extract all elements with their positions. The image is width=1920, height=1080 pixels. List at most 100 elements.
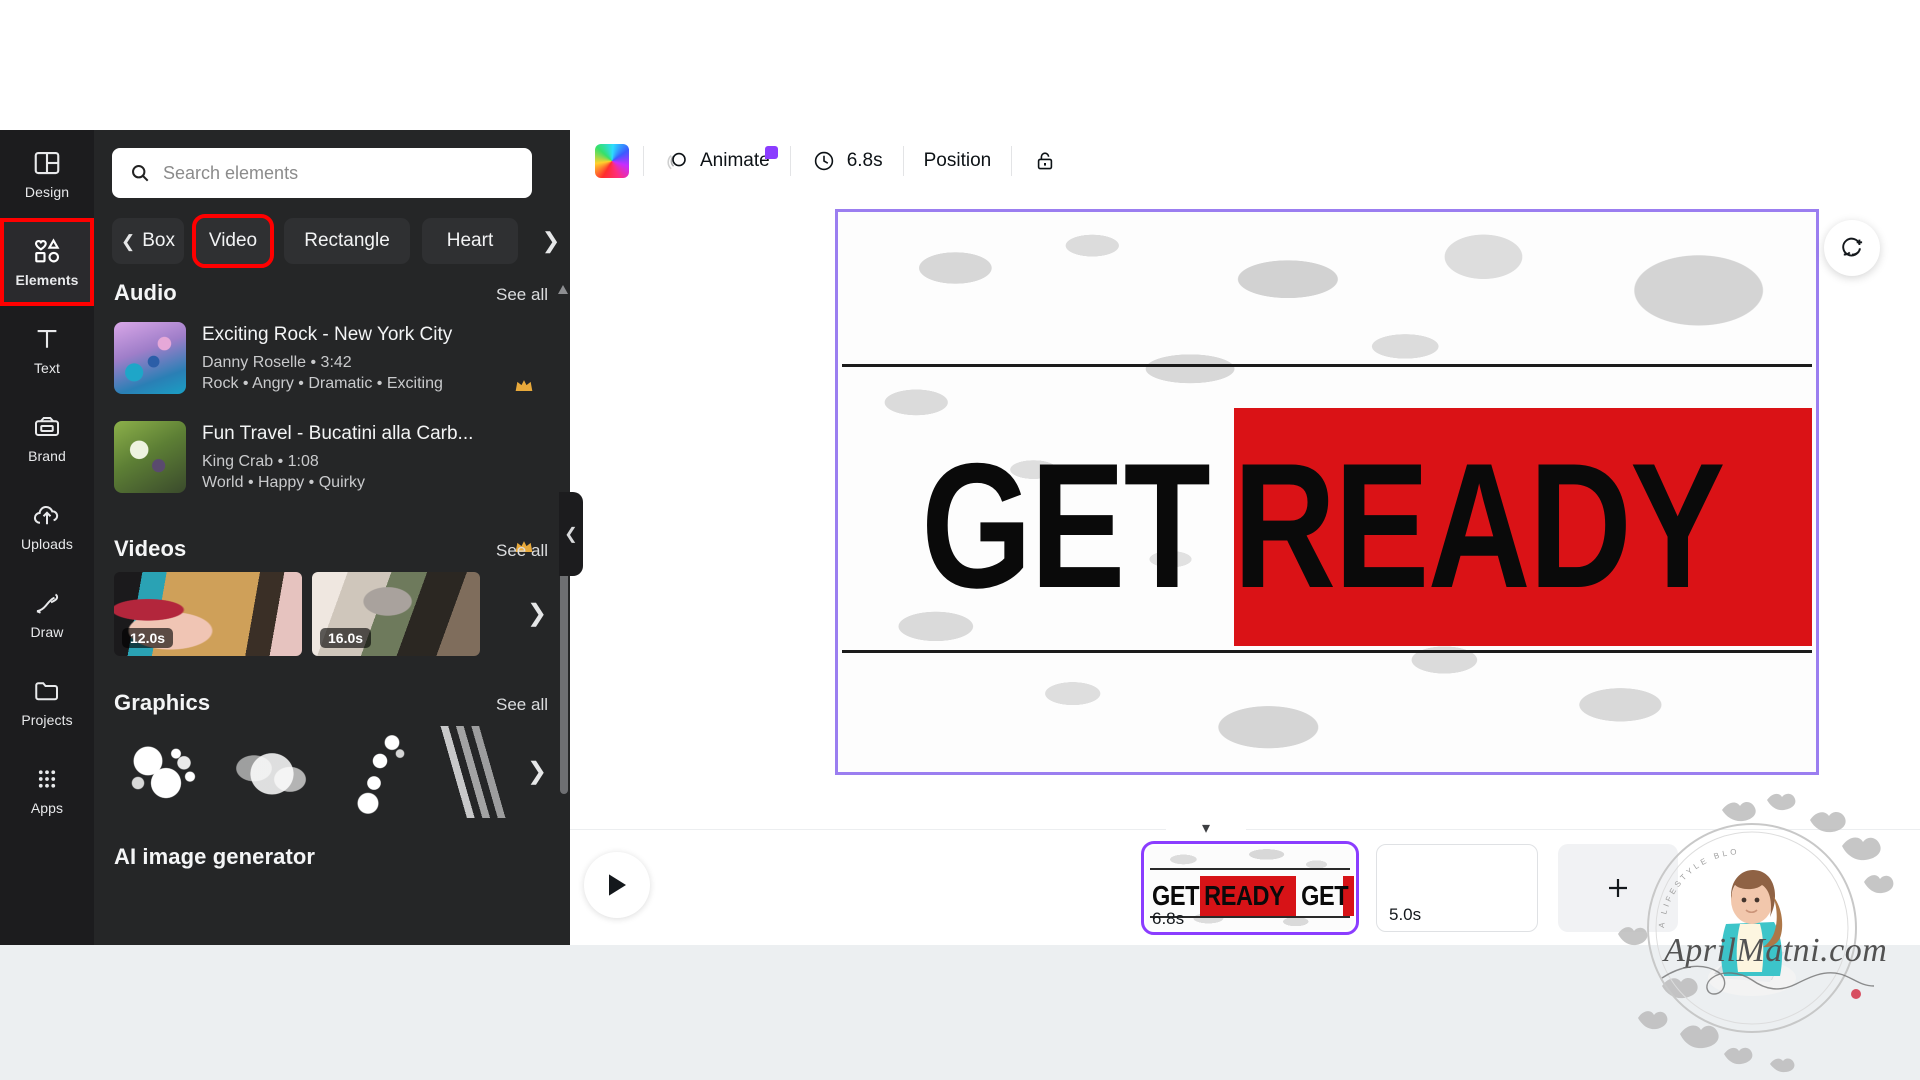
graphic-item[interactable] [222, 725, 322, 818]
sidebar-item-label: Apps [30, 800, 64, 816]
panel-scroll-up-arrow[interactable] [557, 282, 569, 294]
clock-icon [811, 148, 837, 174]
graphic-item[interactable] [438, 725, 508, 818]
chips-next-button[interactable]: ❯ [538, 228, 564, 254]
search-box[interactable] [112, 148, 532, 198]
see-all-graphics-link[interactable]: See all [496, 695, 548, 715]
timeline-scene-1[interactable]: GET READY GET 6.8s [1141, 841, 1359, 935]
search-icon [129, 162, 151, 184]
left-nav-rail: Design Elements Text Brand Uploads Draw … [0, 130, 94, 945]
scene-word-1: GET [1152, 880, 1200, 911]
color-swatch-button[interactable] [587, 140, 637, 182]
panel-collapse-handle[interactable]: ❮ [559, 492, 583, 576]
duration-button[interactable]: 6.8s [797, 140, 897, 182]
top-white-strip [0, 0, 1920, 130]
panel-scrollbar-thumb[interactable] [560, 554, 568, 794]
animate-button[interactable]: Animate [650, 140, 784, 182]
divider-line-top [842, 364, 1812, 367]
graphics-next-button[interactable]: ❯ [522, 757, 552, 787]
search-input[interactable] [163, 162, 515, 184]
see-all-audio-link[interactable]: See all [496, 285, 548, 305]
elements-panel: ❮ Box Video Rectangle Heart ❯ Audio See … [94, 130, 570, 945]
chip-label: Box [142, 230, 175, 251]
play-icon [604, 871, 630, 899]
see-all-videos-link[interactable]: See all [496, 541, 548, 561]
audio-meta: Fun Travel - Bucatini alla Carb... King … [202, 421, 550, 494]
toolbar-divider [789, 146, 791, 176]
section-title: Graphics [114, 689, 211, 715]
add-page-button[interactable] [1558, 844, 1678, 932]
audio-list-item[interactable]: Fun Travel - Bucatini alla Carb... King … [94, 415, 570, 552]
video-duration-badge: 12.0s [122, 627, 174, 648]
upload-cloud-icon [32, 500, 62, 530]
sidebar-item-brand[interactable]: Brand [0, 394, 94, 482]
folder-icon [32, 676, 62, 706]
audio-title: Exciting Rock - New York City [202, 324, 453, 345]
audio-artist-duration: King Crab • 1:08 [202, 452, 319, 470]
scene-word-2: READY [1204, 880, 1285, 911]
color-swatch [595, 144, 629, 178]
chip-label: Rectangle [304, 230, 390, 251]
section-header-ai-image-generator: AI image generator [94, 844, 570, 870]
audio-artist-duration: Danny Roselle • 3:42 [202, 353, 352, 371]
video-thumbnail-card[interactable]: 12.0s [114, 571, 302, 656]
timeline-scenes: GET READY GET 6.8s 5.0s [1140, 830, 1840, 950]
grid-apps-icon [32, 764, 62, 794]
comment-add-icon [1838, 234, 1866, 262]
section-header-videos: Videos See all [94, 536, 570, 562]
sidebar-item-projects[interactable]: Projects [0, 658, 94, 746]
play-button[interactable] [584, 852, 650, 918]
chevron-right-icon: ❯ [526, 758, 548, 786]
audio-meta: Exciting Rock - New York City Danny Rose… [202, 322, 550, 395]
search-wrapper [112, 148, 532, 198]
graphic-item[interactable] [114, 725, 214, 818]
pro-crown-icon [514, 378, 534, 394]
section-title: Videos [114, 535, 187, 561]
sidebar-item-apps[interactable]: Apps [0, 746, 94, 834]
sidebar-item-elements[interactable]: Elements [0, 218, 94, 306]
sidebar-item-label: Text [33, 360, 61, 376]
shapes-icon [32, 236, 62, 266]
audio-tags: Rock • Angry • Dramatic • Exciting [202, 375, 443, 393]
chip-label: Video [208, 230, 258, 251]
brand-icon [32, 412, 62, 442]
headline-text[interactable]: GET READY [838, 376, 1725, 676]
sidebar-item-label: Brand [28, 448, 66, 464]
videos-next-button[interactable]: ❯ [522, 599, 552, 629]
position-button[interactable]: Position [910, 140, 1006, 182]
sidebar-item-uploads[interactable]: Uploads [0, 482, 94, 570]
chevron-left-icon: ❮ [564, 526, 578, 543]
sidebar-item-text[interactable]: Text [0, 306, 94, 394]
sidebar-item-label: Draw [30, 624, 64, 640]
video-thumbnail-card[interactable]: 16.0s [312, 571, 480, 656]
lock-icon [1032, 148, 1058, 174]
section-title: AI image generator [114, 843, 316, 869]
graphic-item[interactable] [330, 725, 430, 818]
toolbar-divider [902, 146, 904, 176]
duration-label: 6.8s [846, 150, 883, 171]
add-comment-button[interactable] [1824, 220, 1880, 276]
chip-rectangle[interactable]: Rectangle [284, 218, 410, 264]
canvas-area: GET READY [570, 192, 1920, 830]
audio-thumbnail [114, 420, 186, 493]
chip-video[interactable]: Video [192, 214, 274, 268]
artboard[interactable]: GET READY [835, 209, 1819, 775]
bottom-grey-strip [0, 945, 1920, 1080]
timeline-scene-2[interactable]: 5.0s [1376, 844, 1538, 932]
audio-list-item[interactable]: Exciting Rock - New York City Danny Rose… [94, 316, 570, 401]
sidebar-item-draw[interactable]: Draw [0, 570, 94, 658]
scene-word-3: GET [1301, 880, 1349, 911]
toolbar-divider [1011, 146, 1013, 176]
sidebar-item-design[interactable]: Design [0, 130, 94, 218]
timeline-bar: ▾ GET READY GET 6.8s 5.0s [570, 818, 1920, 950]
chip-box[interactable]: ❮ Box [112, 218, 184, 264]
section-header-graphics: Graphics See all [94, 690, 570, 716]
sidebar-item-label: Elements [15, 272, 79, 288]
pen-icon [32, 588, 62, 618]
section-title: Audio [114, 280, 177, 305]
panel-scroll-body[interactable]: Audio See all Exciting Rock - New York C… [94, 280, 570, 945]
scene-divider-top [1150, 868, 1350, 870]
chip-label: Heart [446, 230, 494, 251]
lock-button[interactable] [1018, 140, 1072, 182]
chip-heart[interactable]: Heart [422, 218, 518, 264]
